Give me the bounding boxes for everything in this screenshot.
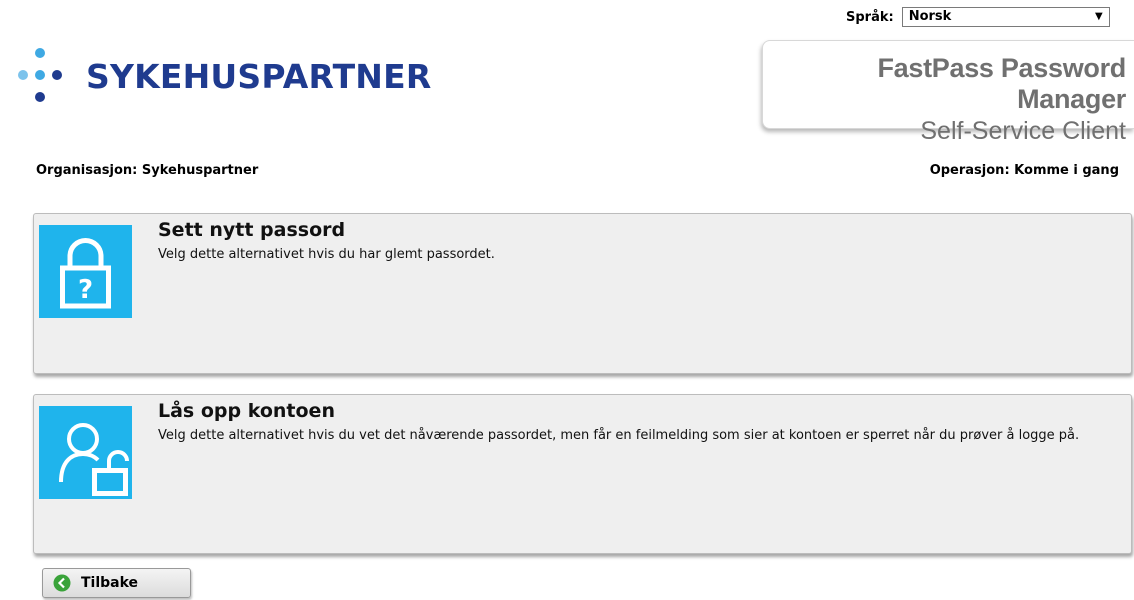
product-name: FastPass Password Manager: [877, 53, 1126, 114]
reset-password-option[interactable]: ? Sett nytt passord Velg dette alternati…: [33, 213, 1132, 374]
arrow-left-circle-icon: [53, 574, 71, 592]
language-selector: Språk: Norsk ▼: [846, 6, 1110, 28]
product-subtitle: Self-Service Client: [920, 117, 1126, 145]
option-title: Lås opp kontoen: [158, 400, 335, 422]
organization-label: Organisasjon: Sykehuspartner: [36, 163, 259, 178]
logo-dot-center: [35, 70, 45, 80]
logo-dot-top: [35, 48, 45, 58]
logo-dot-right: [52, 70, 62, 80]
back-button-label: Tilbake: [81, 575, 139, 591]
option-description: Velg dette alternativet hvis du vet det …: [158, 428, 1080, 443]
language-selected-value: Norsk: [908, 9, 952, 24]
logo-dot-bottom: [35, 92, 45, 102]
logo-text: SYKEHUSPARTNER: [86, 57, 432, 96]
back-button[interactable]: Tilbake: [42, 568, 191, 598]
product-banner: FastPass Password Manager Self-Service C…: [762, 40, 1134, 145]
operation-label: Operasjon: Komme i gang: [929, 163, 1119, 178]
sykehuspartner-logo: SYKEHUSPARTNER: [18, 42, 431, 122]
dropdown-arrow-icon[interactable]: ▼: [1095, 8, 1103, 26]
svg-text:?: ?: [78, 275, 93, 305]
option-title: Sett nytt passord: [158, 219, 346, 241]
option-description: Velg dette alternativet hvis du har glem…: [158, 247, 495, 262]
padlock-question-icon[interactable]: ?: [39, 225, 132, 318]
logo-dot-left: [18, 70, 28, 80]
user-unlock-icon[interactable]: [39, 406, 132, 499]
language-label: Språk:: [846, 9, 894, 25]
unlock-account-option[interactable]: Lås opp kontoen Velg dette alternativet …: [33, 394, 1132, 554]
language-select[interactable]: Norsk ▼: [901, 7, 1110, 27]
